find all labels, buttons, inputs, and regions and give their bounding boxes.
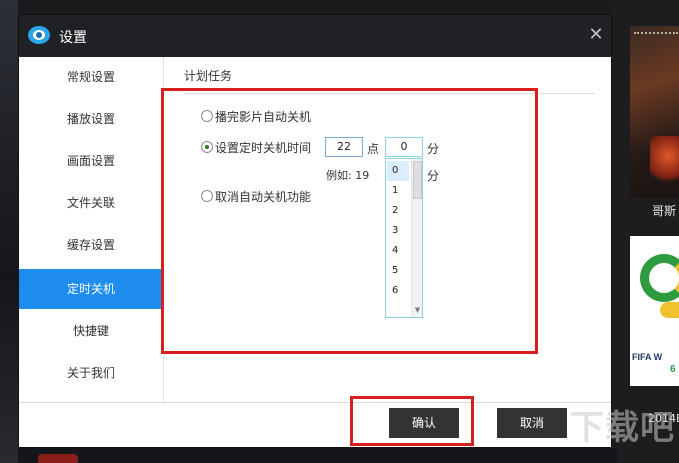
option-shutdown-after-movie[interactable]: 播完影片自动关机 bbox=[201, 108, 311, 124]
hour-input[interactable]: 22 bbox=[325, 137, 363, 157]
sidebar-item-file-association[interactable]: 文件关联 bbox=[19, 183, 163, 223]
option-cancel-label: 取消自动关机功能 bbox=[215, 189, 312, 204]
settings-dialog: 设置 ✕ 常规设置 播放设置 画面设置 文件关联 缓存设置 定时关机 快捷键 关… bbox=[18, 14, 612, 448]
poster-text-dots bbox=[634, 32, 678, 36]
scroll-down-arrow-icon[interactable]: ▼ bbox=[413, 305, 422, 315]
background-left-strip bbox=[0, 0, 18, 463]
dialog-title: 设置 bbox=[59, 30, 87, 46]
option-after-movie-label: 播完影片自动关机 bbox=[215, 109, 312, 124]
option-cancel-shutdown[interactable]: 取消自动关机功能 bbox=[201, 188, 311, 204]
dropdown-option[interactable]: 2 bbox=[387, 201, 409, 221]
sidebar-item-about[interactable]: 关于我们 bbox=[19, 353, 163, 393]
fifa-logo-accent bbox=[660, 302, 679, 318]
example-text: 例如: 19 bbox=[326, 169, 370, 182]
radio-timed[interactable] bbox=[201, 141, 213, 153]
sidebar-item-shortcuts[interactable]: 快捷键 bbox=[19, 311, 163, 351]
scrollbar-thumb[interactable] bbox=[413, 161, 422, 199]
dropdown-option[interactable]: 6 bbox=[387, 281, 409, 301]
dropdown-scrollbar[interactable]: ▼ bbox=[411, 159, 422, 317]
dropdown-option[interactable]: 4 bbox=[387, 241, 409, 261]
option-timed-shutdown[interactable]: 设置定时关机时间 bbox=[201, 139, 311, 155]
settings-sidebar: 常规设置 播放设置 画面设置 文件关联 缓存设置 定时关机 快捷键 关于我们 bbox=[19, 57, 164, 403]
fifa-subtext: 6 bbox=[670, 364, 676, 375]
cancel-button[interactable]: 取消 bbox=[497, 408, 567, 438]
section-title: 计划任务 bbox=[184, 69, 233, 83]
movie-poster-fifa[interactable]: FIFA W 6 bbox=[630, 236, 679, 386]
sidebar-item-scheduled-shutdown[interactable]: 定时关机 bbox=[19, 269, 163, 309]
poster-fire-art bbox=[650, 136, 679, 186]
movie-poster-godzilla[interactable] bbox=[630, 26, 679, 198]
fifa-logo-icon bbox=[640, 254, 679, 302]
confirm-button[interactable]: 确认 bbox=[389, 408, 459, 438]
dropdown-option[interactable]: 1 bbox=[387, 181, 409, 201]
radio-after-movie[interactable] bbox=[201, 110, 213, 122]
section-divider bbox=[184, 93, 595, 94]
fifa-text: FIFA W bbox=[632, 352, 663, 362]
radio-cancel[interactable] bbox=[201, 190, 213, 202]
sidebar-item-display[interactable]: 画面设置 bbox=[19, 141, 163, 181]
sidebar-item-playback[interactable]: 播放设置 bbox=[19, 99, 163, 139]
settings-content: 计划任务 播完影片自动关机 设置定时关机时间 22 点 0 分 例如: 19 分… bbox=[164, 57, 611, 403]
movie-caption-1[interactable]: 哥斯 bbox=[652, 202, 676, 219]
app-logo-icon bbox=[28, 26, 50, 44]
sidebar-item-general[interactable]: 常规设置 bbox=[19, 57, 163, 97]
example-unit-label: 分 bbox=[427, 169, 440, 183]
footer-divider bbox=[19, 402, 611, 403]
option-timed-label: 设置定时关机时间 bbox=[215, 140, 312, 155]
sidebar-item-cache[interactable]: 缓存设置 bbox=[19, 225, 163, 265]
close-icon[interactable]: ✕ bbox=[585, 23, 607, 47]
minute-dropdown-list: 0 1 2 3 4 5 6 ▼ bbox=[385, 158, 423, 318]
minute-unit-label: 分 bbox=[427, 142, 440, 156]
background-red-mark bbox=[38, 454, 78, 463]
dialog-titlebar[interactable]: 设置 ✕ bbox=[19, 15, 611, 57]
hour-unit-label: 点 bbox=[367, 142, 380, 156]
dropdown-option[interactable]: 5 bbox=[387, 261, 409, 281]
watermark-text: 下载吧 bbox=[570, 408, 675, 448]
minute-select[interactable]: 0 bbox=[385, 137, 423, 157]
dropdown-option[interactable]: 0 bbox=[387, 161, 409, 181]
dropdown-option[interactable]: 3 bbox=[387, 221, 409, 241]
background-bottom-strip bbox=[18, 448, 618, 463]
